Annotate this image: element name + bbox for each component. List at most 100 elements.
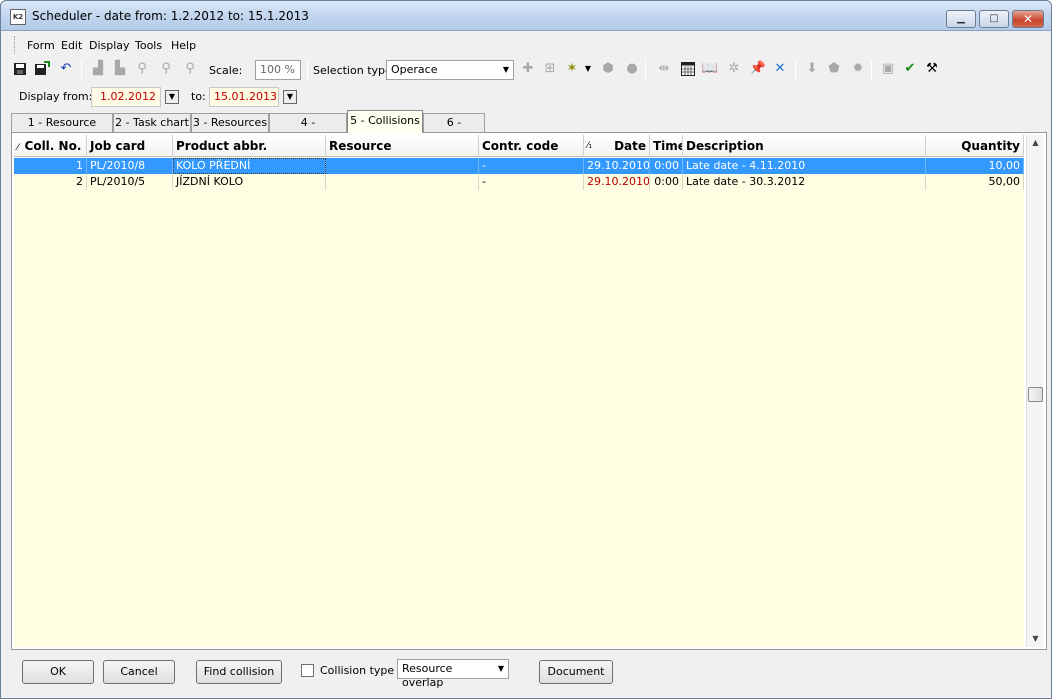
save-icon[interactable]	[11, 60, 29, 78]
scheduler-window: K2 Scheduler - date from: 1.2.2012 to: 1…	[0, 0, 1052, 699]
butterfly-icon: ✲	[728, 61, 740, 76]
column-header-description[interactable]: Description	[683, 135, 926, 157]
cell-time: 0:00	[650, 174, 683, 190]
star-icon[interactable]: ✶	[563, 60, 581, 78]
display-from-input[interactable]: 1.02.2012	[91, 87, 161, 107]
pin-icon[interactable]: 📌	[749, 60, 767, 78]
toolbar: ↶ ▟ ▙ ⚲ ⚲ ⚲ Scale: 100 % Selection type:…	[11, 58, 1047, 82]
sort-indicator-icon: ⁄₁	[587, 141, 593, 151]
document-button[interactable]: Document	[539, 660, 613, 684]
save-as-icon[interactable]	[33, 60, 51, 78]
menu-tools[interactable]: Tools	[135, 39, 162, 52]
column-header-job-card[interactable]: Job card	[87, 135, 173, 157]
gear-icon: ✹	[852, 61, 864, 76]
display-from-label: Display from:	[19, 90, 93, 103]
calendar-icon[interactable]	[679, 60, 697, 78]
cell-job-card: PL/2010/8	[87, 158, 173, 174]
menu-bar: Form Edit Display Tools Help	[11, 35, 1047, 55]
collision-type-select[interactable]: Resource overlap ▼	[397, 659, 509, 689]
menu-help[interactable]: Help	[171, 39, 196, 52]
selection-type-select[interactable]: Operace ▼	[386, 60, 514, 80]
table-row[interactable]: 1 PL/2010/8 KOLO PŘEDNÍ - 29.10.2010 0:0…	[14, 158, 1024, 174]
vertical-scrollbar[interactable]: ▲ ▼	[1026, 135, 1043, 647]
book-icon[interactable]: 📖	[701, 60, 719, 78]
tab-collisions[interactable]: 5 - Collisions	[347, 110, 423, 133]
cell-coll-no: 2	[14, 174, 87, 190]
cancel-button[interactable]: Cancel	[103, 660, 175, 684]
export-excel-icon[interactable]: ✔	[901, 60, 919, 78]
star-dropdown-icon[interactable]: ▼	[583, 60, 593, 78]
footer-bar: OK Cancel Find collision Collision type …	[11, 653, 1047, 693]
date-header-label: Date	[614, 139, 646, 153]
shape-icon: ⬢	[602, 61, 614, 76]
column-header-time[interactable]: Time	[650, 135, 683, 157]
column-header-contr-code[interactable]: Contr. code	[479, 135, 584, 157]
find-collision-button[interactable]: Find collision	[196, 660, 282, 684]
image-icon: ▣	[881, 61, 895, 76]
table-row[interactable]: 2 PL/2010/5 JÍZDNÍ KOLO - 29.10.2010 0:0…	[14, 174, 1024, 190]
cell-coll-no: 1	[14, 158, 87, 174]
column-header-product-abbr[interactable]: Product abbr.	[173, 135, 326, 157]
column-header-date[interactable]: ⁄₁ Date	[584, 135, 650, 157]
cell-date: 29.10.2010	[584, 158, 650, 174]
cell-description: Late date - 4.11.2010	[683, 158, 926, 174]
toolbar-separator	[307, 60, 308, 80]
split-icon: ⇹	[658, 61, 670, 76]
column-header-coll-no[interactable]: ⁄ Coll. No.	[14, 135, 87, 157]
display-to-dropdown-icon[interactable]: ▼	[283, 90, 297, 104]
ok-button[interactable]: OK	[22, 660, 94, 684]
scrollbar-thumb[interactable]	[1028, 387, 1043, 402]
menu-edit[interactable]: Edit	[61, 39, 82, 52]
close-button[interactable]: ✕	[1012, 10, 1044, 28]
minimize-button[interactable]: ▁	[946, 10, 976, 28]
column-header-resource[interactable]: Resource	[326, 135, 479, 157]
cell-product-abbr: JÍZDNÍ KOLO	[173, 174, 326, 190]
app-icon: K2	[10, 9, 26, 25]
cell-time: 0:00	[650, 158, 683, 174]
scroll-up-icon[interactable]: ▲	[1027, 135, 1044, 151]
tab-resource-chart[interactable]: 1 - Resource chart	[11, 113, 113, 147]
chevron-down-icon: ▼	[497, 664, 504, 673]
sort-indicator-icon: ⁄	[17, 143, 19, 153]
toolbar-separator	[871, 60, 872, 80]
scroll-down-icon[interactable]: ▼	[1027, 631, 1044, 647]
display-to-input[interactable]: 15.01.2013	[209, 87, 279, 107]
selection-type-label: Selection type:	[313, 64, 396, 77]
maximize-button[interactable]: □	[979, 10, 1009, 28]
display-from-dropdown-icon[interactable]: ▼	[165, 90, 179, 104]
tab-documents[interactable]: 4 - Documents	[269, 113, 347, 147]
scale-input[interactable]: 100 %	[255, 60, 301, 80]
collisions-table[interactable]: ⁄ Coll. No. Job card Product abbr. Resour…	[14, 135, 1024, 647]
menu-display[interactable]: Display	[89, 39, 130, 52]
tools-icon[interactable]: ⚒	[923, 60, 941, 78]
cell-resource	[326, 174, 479, 190]
circle-icon: ●	[626, 61, 638, 76]
zoom-out-icon: ⚲	[161, 61, 171, 76]
collision-type-checkbox[interactable]	[301, 664, 314, 677]
display-to-label: to:	[191, 90, 206, 103]
tab-protocol[interactable]: 6 - Protocol	[423, 113, 485, 147]
zoom-fit-icon: ⚲	[185, 61, 195, 76]
stack-icon: ⬟	[828, 61, 840, 76]
toolbar-separator	[81, 60, 82, 80]
menu-form[interactable]: Form	[27, 39, 55, 52]
tab-task-chart[interactable]: 2 - Task chart	[113, 113, 191, 133]
cell-contr-code: -	[479, 158, 584, 174]
collision-type-label: Collision type	[320, 664, 395, 677]
undo-icon[interactable]: ↶	[57, 60, 75, 78]
cell-quantity: 50,00	[926, 174, 1024, 190]
add-chart-icon: ▟	[93, 61, 103, 76]
collisions-panel: ⁄ Coll. No. Job card Product abbr. Resour…	[11, 132, 1047, 650]
cell-product-abbr: KOLO PŘEDNÍ	[173, 158, 326, 174]
tab-resources[interactable]: 3 - Resources	[191, 113, 269, 133]
table-header: ⁄ Coll. No. Job card Product abbr. Resour…	[14, 135, 1024, 157]
date-range-bar: Display from: 1.02.2012 ▼ to: 15.01.2013…	[11, 85, 1047, 109]
insert-operation-icon: ⊞	[544, 61, 556, 76]
coll-no-header-label: Coll. No.	[24, 139, 82, 153]
cell-quantity: 10,00	[926, 158, 1024, 174]
unpin-icon[interactable]: ✕	[771, 60, 789, 78]
zoom-in-icon: ⚲	[137, 61, 147, 76]
column-header-quantity[interactable]: Quantity	[926, 135, 1024, 157]
toolbar-separator	[645, 60, 646, 80]
toolbar-separator	[795, 60, 796, 80]
